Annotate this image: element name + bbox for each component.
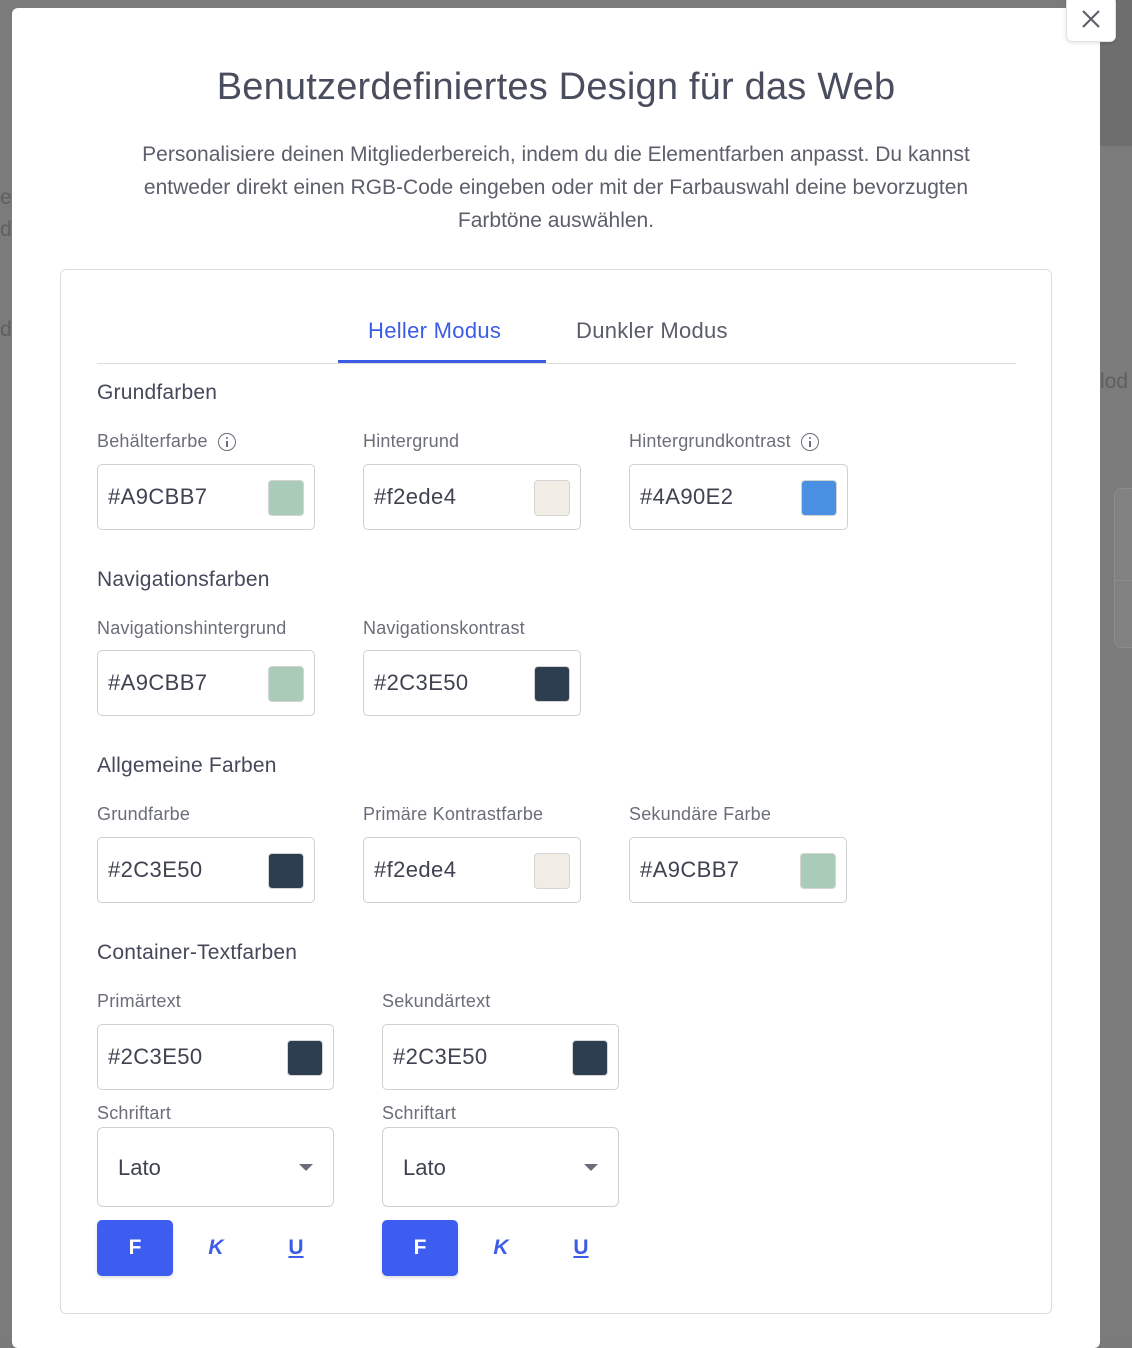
- modal-subtitle: Personalisiere deinen Mitgliederbereich,…: [142, 143, 970, 232]
- hex-value: #4A90E2: [640, 484, 734, 509]
- field-label-text: Navigationskontrast: [363, 618, 525, 638]
- field-label-text: Schriftart: [97, 1103, 172, 1123]
- field-label-text: Hintergrundkontrast: [629, 431, 791, 451]
- container-color-input[interactable]: #A9CBB7: [97, 464, 315, 530]
- selected-font: Lato: [118, 1155, 161, 1180]
- label-navigation-background: Navigationshintergrund: [97, 618, 287, 639]
- field-label-text: Grundfarbe: [97, 804, 191, 824]
- color-swatch[interactable]: [800, 853, 836, 889]
- primary-contrast-color-input[interactable]: #f2ede4: [363, 837, 581, 903]
- color-swatch[interactable]: [268, 666, 304, 702]
- color-swatch[interactable]: [572, 1040, 608, 1076]
- section-title-container-text-colors: Container-Textfarben: [97, 941, 298, 964]
- close-button[interactable]: [1066, 0, 1116, 42]
- secondary-bold-button[interactable]: F: [382, 1220, 458, 1276]
- label-background: Hintergrund: [363, 431, 459, 452]
- label-secondary-font: Schriftart: [382, 1103, 456, 1124]
- color-swatch[interactable]: [534, 666, 570, 702]
- section-title-base-colors: Grundfarben: [97, 381, 218, 404]
- chevron-down-icon: [299, 1164, 313, 1171]
- field-label-text: Behälterfarbe: [97, 431, 208, 451]
- color-swatch[interactable]: [534, 853, 570, 889]
- navigation-contrast-input[interactable]: #2C3E50: [363, 650, 581, 716]
- info-icon[interactable]: [217, 432, 236, 451]
- secondary-color-input[interactable]: #A9CBB7: [629, 837, 847, 903]
- tab-light-mode[interactable]: Heller Modus: [368, 318, 501, 344]
- section-title-general-colors: Allgemeine Farben: [97, 754, 277, 777]
- hex-value: #2C3E50: [374, 670, 469, 695]
- label-navigation-contrast: Navigationskontrast: [363, 618, 525, 639]
- background-contrast-input[interactable]: #4A90E2: [629, 464, 848, 530]
- label-primary-text: Primärtext: [97, 991, 181, 1012]
- background-text: e: [0, 186, 12, 209]
- color-swatch[interactable]: [534, 480, 570, 516]
- secondary-underline-button[interactable]: U: [543, 1220, 619, 1276]
- label-background-contrast: Hintergrundkontrast: [629, 431, 819, 452]
- base-color-input[interactable]: #2C3E50: [97, 837, 315, 903]
- color-swatch[interactable]: [287, 1040, 323, 1076]
- background-text: d: [0, 318, 12, 341]
- field-label-text: Sekundärtext: [382, 991, 491, 1011]
- background-card-divider: [1114, 580, 1132, 581]
- label-secondary-color: Sekundäre Farbe: [629, 804, 771, 825]
- hex-value: #A9CBB7: [108, 670, 208, 695]
- info-icon[interactable]: [800, 432, 819, 451]
- color-swatch[interactable]: [268, 480, 304, 516]
- color-swatch[interactable]: [268, 853, 304, 889]
- primary-bold-button[interactable]: F: [97, 1220, 173, 1276]
- color-swatch[interactable]: [801, 480, 837, 516]
- chevron-down-icon: [584, 1164, 598, 1171]
- primary-text-color-input[interactable]: #2C3E50: [97, 1024, 334, 1090]
- secondary-font-select[interactable]: Lato: [382, 1127, 619, 1207]
- label-secondary-text: Sekundärtext: [382, 991, 490, 1012]
- custom-design-modal: Benutzerdefiniertes Design für das Web P…: [12, 8, 1100, 1348]
- hex-value: #A9CBB7: [108, 484, 208, 509]
- secondary-text-color-input[interactable]: #2C3E50: [382, 1024, 619, 1090]
- active-tab-indicator: [338, 360, 546, 363]
- field-label-text: Navigationshintergrund: [97, 618, 287, 638]
- secondary-italic-button[interactable]: K: [463, 1220, 539, 1276]
- background-text: lod: [1100, 370, 1129, 393]
- navigation-background-input[interactable]: #A9CBB7: [97, 650, 315, 716]
- mode-tabs: Heller Modus Dunkler Modus: [97, 306, 1016, 364]
- modal-title: Benutzerdefiniertes Design für das Web: [216, 66, 896, 108]
- background-color-input[interactable]: #f2ede4: [363, 464, 581, 530]
- selected-font: Lato: [403, 1155, 446, 1180]
- hex-value: #f2ede4: [374, 484, 457, 509]
- label-primary-contrast-color: Primäre Kontrastfarbe: [363, 804, 543, 825]
- primary-underline-button[interactable]: U: [258, 1220, 334, 1276]
- field-label-text: Primärtext: [97, 991, 182, 1011]
- label-container-color: Behälterfarbe: [97, 431, 236, 452]
- tab-dark-mode[interactable]: Dunkler Modus: [576, 318, 728, 344]
- field-label-text: Primäre Kontrastfarbe: [363, 804, 544, 824]
- field-label-text: Sekundäre Farbe: [629, 804, 772, 824]
- field-label-text: Schriftart: [382, 1103, 457, 1123]
- background-text: d: [0, 218, 12, 241]
- background-card: [1114, 488, 1132, 648]
- hex-value: #2C3E50: [108, 857, 203, 882]
- label-base-color: Grundfarbe: [97, 804, 190, 825]
- primary-italic-button[interactable]: K: [178, 1220, 254, 1276]
- section-title-navigation-colors: Navigationsfarben: [97, 568, 270, 591]
- hex-value: #A9CBB7: [640, 857, 740, 882]
- hex-value: #2C3E50: [108, 1044, 203, 1069]
- hex-value: #2C3E50: [393, 1044, 488, 1069]
- label-primary-font: Schriftart: [97, 1103, 171, 1124]
- primary-font-select[interactable]: Lato: [97, 1127, 334, 1207]
- close-icon: [1082, 10, 1100, 28]
- field-label-text: Hintergrund: [363, 431, 460, 451]
- hex-value: #f2ede4: [374, 857, 457, 882]
